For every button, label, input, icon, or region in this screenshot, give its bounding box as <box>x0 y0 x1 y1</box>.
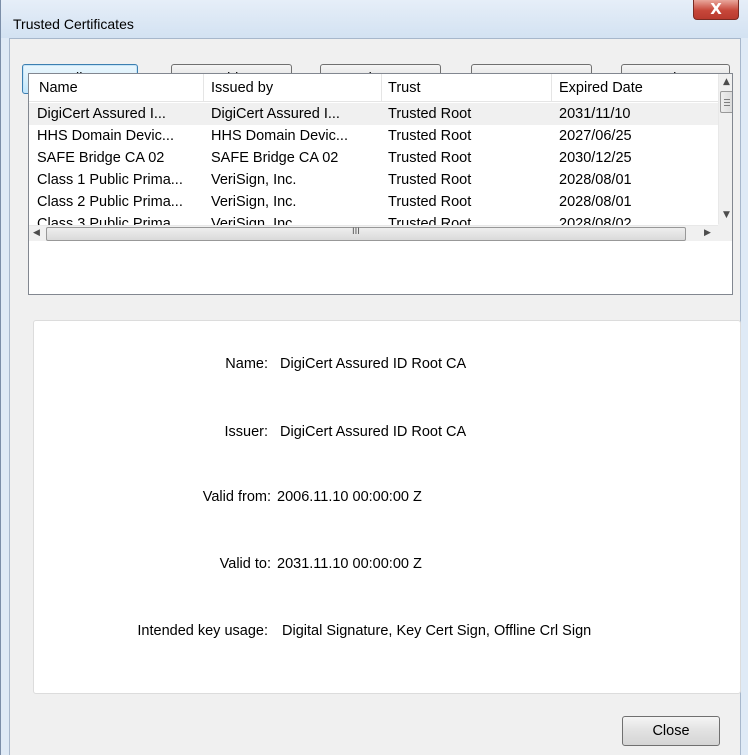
column-divider <box>203 74 204 102</box>
detail-label-issuer: Issuer: <box>224 424 268 440</box>
cell-expired-date: 2030/12/25 <box>559 150 632 166</box>
certificate-list[interactable]: Name Issued by Trust Expired Date DigiCe… <box>28 73 733 295</box>
title-bar: Trusted Certificates X <box>1 0 748 38</box>
cell-expired-date: 2028/08/01 <box>559 172 632 188</box>
cell-issued-by: HHS Domain Devic... <box>211 128 348 144</box>
cell-issued-by: VeriSign, Inc. <box>211 216 297 225</box>
grip-line <box>724 105 730 106</box>
cell-expired-date: 2027/06/25 <box>559 128 632 144</box>
close-button[interactable]: Close <box>622 716 720 746</box>
cell-trust: Trusted Root <box>388 216 472 225</box>
window-close-button[interactable]: X <box>693 0 739 20</box>
table-row[interactable]: Class 1 Public Prima... VeriSign, Inc. T… <box>29 169 718 191</box>
column-divider <box>551 74 552 102</box>
detail-label-valid-to: Valid to: <box>219 556 271 572</box>
cell-name: Class 3 Public Prima... <box>37 216 183 225</box>
detail-label-key-usage: Intended key usage: <box>137 623 268 639</box>
detail-value-name: DigiCert Assured ID Root CA <box>280 356 467 372</box>
scroll-right-icon[interactable]: ▶ <box>704 228 711 238</box>
vertical-scrollbar[interactable]: ▲ ▼ <box>718 74 732 224</box>
cell-issued-by: VeriSign, Inc. <box>211 172 297 188</box>
cell-trust: Trusted Root <box>388 150 472 166</box>
cell-issued-by: VeriSign, Inc. <box>211 194 297 210</box>
cell-issued-by: DigiCert Assured I... <box>211 106 340 122</box>
dialog-body: Edit... Add... View... Export... Delete … <box>9 38 741 755</box>
column-header-issued-by[interactable]: Issued by <box>211 80 273 96</box>
horizontal-scrollbar[interactable]: ◀ III ▶ <box>29 225 718 241</box>
vertical-scroll-thumb[interactable] <box>720 91 732 113</box>
grip-icon: III <box>352 227 360 237</box>
cell-trust: Trusted Root <box>388 106 472 122</box>
trusted-certificates-dialog: Trusted Certificates X Edit... Add... Vi… <box>0 0 748 755</box>
table-row[interactable]: HHS Domain Devic... HHS Domain Devic... … <box>29 125 718 147</box>
scroll-up-icon[interactable]: ▲ <box>723 77 730 87</box>
table-row[interactable]: Class 2 Public Prima... VeriSign, Inc. T… <box>29 191 718 213</box>
close-icon: X <box>710 0 722 18</box>
cell-name: DigiCert Assured I... <box>37 106 166 122</box>
detail-value-issuer: DigiCert Assured ID Root CA <box>280 424 467 440</box>
detail-value-key-usage: Digital Signature, Key Cert Sign, Offlin… <box>282 623 592 639</box>
cell-expired-date: 2031/11/10 <box>559 106 631 122</box>
cell-issued-by: SAFE Bridge CA 02 <box>211 150 339 166</box>
column-header-name[interactable]: Name <box>39 80 78 96</box>
table-row[interactable]: SAFE Bridge CA 02 SAFE Bridge CA 02 Trus… <box>29 147 718 169</box>
grip-line <box>724 99 730 100</box>
column-header-expired-date[interactable]: Expired Date <box>559 80 643 96</box>
detail-label-valid-from: Valid from: <box>202 489 271 505</box>
table-row[interactable]: DigiCert Assured I... DigiCert Assured I… <box>29 103 718 125</box>
grip-line <box>724 102 730 103</box>
cell-trust: Trusted Root <box>388 194 472 210</box>
scrollbar-corner <box>718 224 732 241</box>
detail-value-valid-to: 2031.11.10 00:00:00 Z <box>277 556 422 572</box>
detail-label-name: Name: <box>225 356 268 372</box>
list-header: Name Issued by Trust Expired Date <box>29 74 719 102</box>
horizontal-scroll-thumb[interactable]: III <box>46 227 686 241</box>
detail-value-valid-from: 2006.11.10 00:00:00 Z <box>277 489 422 505</box>
scroll-down-icon[interactable]: ▼ <box>723 210 730 220</box>
cell-trust: Trusted Root <box>388 128 472 144</box>
cell-expired-date: 2028/08/01 <box>559 194 632 210</box>
window-title: Trusted Certificates <box>13 16 134 32</box>
scroll-left-icon[interactable]: ◀ <box>33 228 40 238</box>
cell-expired-date: 2028/08/02 <box>559 216 632 225</box>
cell-name: HHS Domain Devic... <box>37 128 174 144</box>
certificate-details-panel: Name: DigiCert Assured ID Root CA Issuer… <box>33 320 741 694</box>
cell-name: Class 2 Public Prima... <box>37 194 183 210</box>
cell-name: Class 1 Public Prima... <box>37 172 183 188</box>
cell-name: SAFE Bridge CA 02 <box>37 150 165 166</box>
column-divider <box>381 74 382 102</box>
cell-trust: Trusted Root <box>388 172 472 188</box>
table-row[interactable]: Class 3 Public Prima... VeriSign, Inc. T… <box>29 213 718 225</box>
column-header-trust[interactable]: Trust <box>388 80 421 96</box>
